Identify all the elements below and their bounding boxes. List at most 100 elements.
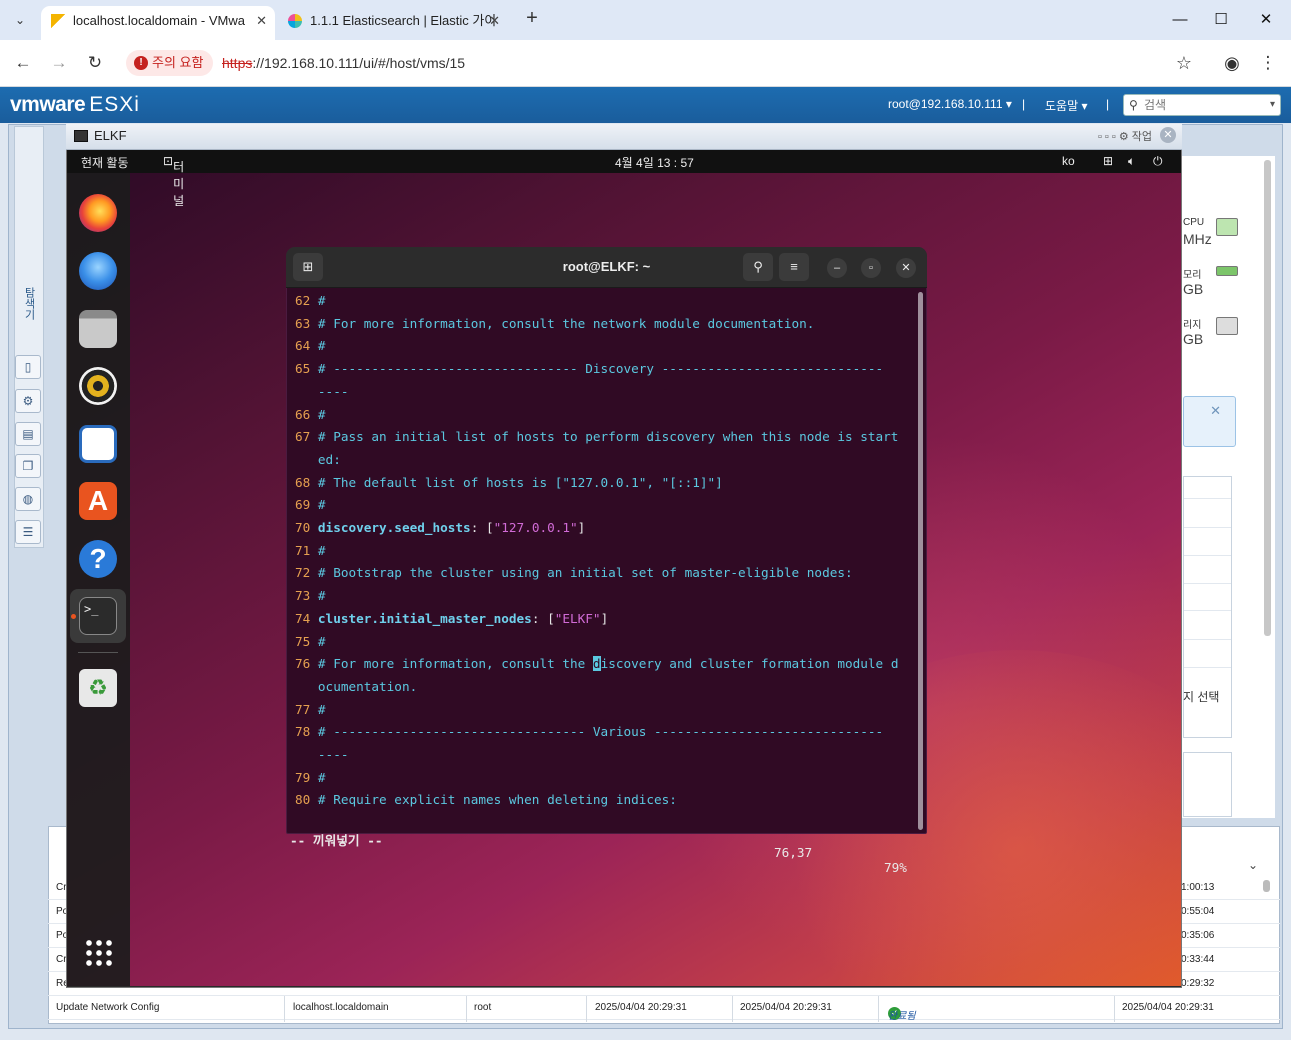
terminal-headerbar: ⊞ root@ELKF: ~ ⚲ ≡ – ▫ ✕	[286, 247, 927, 288]
terminal-maximize-icon[interactable]: ▫	[861, 258, 881, 278]
close-notification-icon[interactable]: ✕	[1210, 403, 1221, 419]
terminal-line: 62 #	[295, 293, 326, 308]
url-path: ://192.168.10.111/ui/#/host/vms/15	[252, 55, 466, 71]
task-started: 2025/04/04 20:29:31	[740, 1002, 832, 1013]
code-text: #	[317, 293, 326, 308]
navigator-collapsed[interactable]: 탐색기	[14, 126, 44, 548]
host-icon[interactable]: ▯	[15, 355, 41, 379]
terminal-line: ed:	[295, 452, 341, 467]
reload-icon[interactable]: ↻	[83, 51, 107, 75]
line-number: 74	[295, 610, 318, 626]
files-icon[interactable]	[79, 310, 117, 348]
help-menu[interactable]: 도움말 ▾	[1045, 97, 1087, 114]
trash-icon[interactable]: ♻	[79, 669, 117, 707]
browser-menu-icon[interactable]: ⋮	[1256, 51, 1280, 75]
back-arrow-icon[interactable]: ←	[11, 51, 35, 75]
line-number: 62	[295, 293, 318, 308]
url-text[interactable]: https://192.168.10.111/ui/#/host/vms/15	[222, 46, 465, 80]
clock[interactable]: 4월 4일 13 : 57	[615, 154, 694, 171]
app-center-icon[interactable]: A	[79, 482, 117, 520]
terminal-app-menu[interactable]: ⊡ 터미널	[163, 154, 184, 208]
terminal-icon[interactable]: >_	[79, 597, 117, 635]
task-target[interactable]: localhost.localdomain	[293, 1002, 389, 1013]
close-tab-icon[interactable]: ✕	[489, 6, 500, 36]
line-number	[295, 747, 318, 762]
code-text: : [	[531, 610, 555, 626]
terminal-line: ocumentation.	[295, 679, 417, 694]
storage-label: 리지	[1183, 320, 1202, 331]
vmware-favicon-icon	[51, 14, 65, 28]
config-table	[1183, 752, 1232, 817]
input-language[interactable]: ko	[1062, 154, 1075, 168]
actions-menu[interactable]: ▫ ▫ ▫ ⚙ 작업	[1098, 128, 1152, 144]
code-text: #	[317, 338, 326, 354]
firefox-icon[interactable]	[79, 194, 117, 232]
code-text: # --------------------------------- Vari…	[317, 724, 884, 740]
forward-arrow-icon[interactable]: →	[47, 51, 71, 75]
notification-box: ✕	[1183, 396, 1236, 447]
rhythmbox-icon[interactable]	[79, 367, 117, 405]
bookmark-star-icon[interactable]: ☆	[1176, 53, 1192, 74]
code-text: discovery.seed_hosts	[317, 520, 471, 535]
terminal-line: 72 # Bootstrap the cluster using an init…	[295, 565, 853, 580]
minimize-icon[interactable]: —	[1160, 6, 1200, 34]
terminal-line: 78 # --------------------------------- V…	[295, 724, 883, 739]
thunderbird-icon[interactable]	[79, 252, 117, 290]
manage-icon[interactable]: ⚙	[15, 389, 41, 413]
monitor-icon[interactable]: ▤	[15, 422, 41, 446]
table-row[interactable]: Update Network Config localhost.localdom…	[48, 996, 1280, 1022]
page-scrollbar[interactable]	[1264, 160, 1271, 636]
terminal-line: 69 #	[295, 497, 326, 512]
terminal-line: ----	[295, 747, 349, 762]
terminal-window[interactable]	[286, 247, 927, 834]
terminal-scrollbar[interactable]	[918, 292, 923, 830]
vms-icon[interactable]: ❐	[15, 454, 41, 478]
tab-vmware[interactable]: localhost.localdomain - VMwa ✕	[41, 6, 275, 40]
code-text: #	[317, 588, 326, 604]
window-close-icon[interactable]: ✕	[1246, 6, 1286, 34]
power-icon[interactable]: ⏻	[1153, 154, 1163, 169]
vim-status-line: -- 끼워넣기 -- 76,37 79%	[288, 815, 918, 875]
tab-elastic[interactable]: 1.1.1 Elasticsearch | Elastic 가이 ✕	[278, 6, 508, 40]
security-warning-chip[interactable]: ! 주의 요함	[126, 50, 214, 76]
terminal-search-icon[interactable]: ⚲	[743, 253, 773, 281]
line-number: 71	[295, 542, 318, 558]
new-tab-plus-icon[interactable]: +	[520, 7, 544, 30]
network-icon[interactable]: ⊞	[1103, 154, 1113, 168]
storage-icon[interactable]: ◍	[15, 487, 41, 511]
hamburger-menu-icon[interactable]: ≡	[779, 253, 809, 281]
volume-icon[interactable]: 🔈︎	[1128, 154, 1135, 169]
vim-mode: -- 끼워넣기 --	[290, 833, 383, 848]
line-number: 77	[295, 701, 318, 717]
line-number: 80	[295, 792, 318, 808]
tab-title: localhost.localdomain - VMwa	[73, 13, 245, 28]
line-number: 73	[295, 588, 318, 604]
show-apps-grid-icon[interactable]	[84, 938, 112, 966]
terminal-line: 74 cluster.initial_master_nodes: ["ELKF"…	[295, 611, 608, 626]
line-number: 72	[295, 565, 318, 581]
code-text: #	[317, 406, 326, 422]
terminal-line: 70 discovery.seed_hosts: ["127.0.0.1"]	[295, 520, 585, 535]
terminal-close-icon[interactable]: ✕	[896, 258, 916, 278]
warning-icon: !	[134, 56, 148, 70]
line-number	[295, 679, 318, 694]
select-label: 지 선택	[1183, 690, 1220, 704]
networking-icon[interactable]: ☰	[15, 520, 41, 544]
maximize-icon[interactable]: ☐	[1201, 6, 1241, 34]
tab-search-chevron-icon[interactable]: ⌄	[8, 8, 32, 32]
profile-icon[interactable]: ◉	[1220, 51, 1244, 75]
close-tab-icon[interactable]: ✕	[256, 6, 267, 36]
user-menu[interactable]: root@192.168.10.111 ▾	[888, 97, 1012, 111]
code-text: ]	[600, 610, 609, 626]
code-text: #	[317, 701, 326, 717]
esxi-search-input[interactable]: ⚲ 검색 ▾	[1123, 94, 1281, 116]
terminal-line: ----	[295, 384, 349, 399]
chevron-down-icon[interactable]: ⌄	[1248, 858, 1258, 872]
help-icon[interactable]: ?	[79, 540, 117, 578]
address-bar[interactable]: ! 주의 요함 https://192.168.10.111/ui/#/host…	[122, 46, 1202, 80]
activities-button[interactable]: 현재 활동	[81, 154, 129, 171]
terminal-minimize-icon[interactable]: –	[827, 258, 847, 278]
console-close-icon[interactable]: ✕	[1160, 127, 1176, 143]
writer-icon[interactable]	[79, 425, 117, 463]
chevron-down-icon[interactable]: ▾	[1270, 95, 1275, 115]
